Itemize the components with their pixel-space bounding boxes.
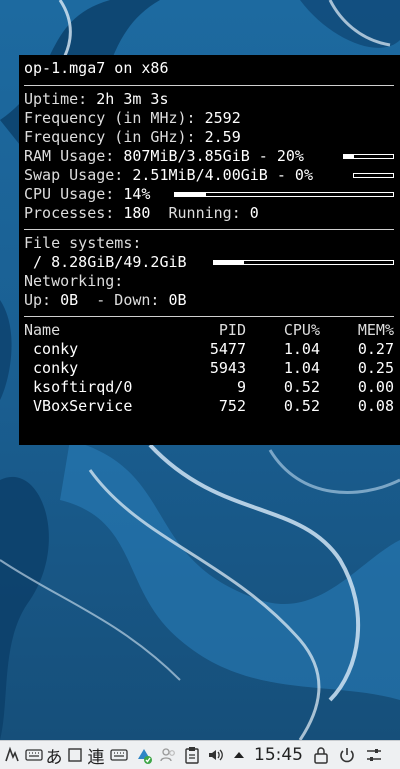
- fs-label: File systems:: [24, 234, 142, 252]
- fs-header-row: File systems:: [24, 234, 394, 253]
- table-header: Name PID CPU% MEM%: [24, 321, 394, 340]
- process-cpu: 1.04: [283, 359, 320, 377]
- ram-label: RAM Usage:: [24, 147, 115, 165]
- clipboard-icon[interactable]: [180, 741, 204, 769]
- conky-hostname: op-1.mga7 on x86: [24, 59, 169, 77]
- process-cpu: 0.52: [283, 378, 320, 396]
- lock-screen-icon[interactable]: [309, 741, 333, 769]
- process-mem: 0.00: [357, 378, 394, 396]
- process-name-text: conky: [33, 340, 79, 358]
- process-name: conky: [24, 340, 188, 359]
- cpu-row: CPU Usage: 14%: [24, 185, 394, 204]
- freq-mhz-value: 2592: [204, 109, 241, 127]
- down-value: 0B: [168, 291, 187, 309]
- process-table: Name PID CPU% MEM% conky 5477 1.04 0.27 …: [24, 321, 394, 416]
- col-mem-header: MEM%: [357, 321, 394, 339]
- freq-ghz-value: 2.59: [204, 128, 241, 146]
- cpu-usage-bar: [174, 192, 394, 197]
- process-pid: 9: [236, 378, 246, 396]
- process-pid: 5477: [209, 340, 246, 358]
- divider: [24, 229, 394, 230]
- ime-input-mode-icon[interactable]: [64, 741, 86, 769]
- process-name: ksoftirqd/0: [24, 378, 188, 397]
- fs-usage-fill: [214, 261, 245, 264]
- fs-usage-bar: [213, 260, 394, 265]
- process-name-text: ksoftirqd/0: [33, 378, 133, 396]
- table-row: conky 5943 1.04 0.25: [24, 359, 394, 378]
- power-icon[interactable]: [333, 741, 361, 769]
- network-manager-icon[interactable]: [132, 741, 156, 769]
- net-row: Up: 0B - Down: 0B: [24, 291, 394, 310]
- up-label: Up:: [24, 291, 52, 309]
- uptime-row: Uptime: 2h 3m 3s: [24, 90, 394, 109]
- freq-ghz-label: Frequency (in GHz):: [24, 128, 196, 146]
- process-cpu: 1.04: [283, 340, 320, 358]
- taskbar: あ 連 15:45: [0, 740, 400, 769]
- freq-ghz-row: Frequency (in GHz): 2.59: [24, 128, 394, 147]
- keyboard-icon[interactable]: [24, 741, 44, 769]
- users-icon[interactable]: [156, 741, 180, 769]
- process-mem: 0.27: [357, 340, 394, 358]
- ram-usage-bar: [343, 154, 394, 159]
- uptime-label: Uptime:: [24, 90, 88, 108]
- panel-settings-icon[interactable]: [361, 741, 387, 769]
- process-cpu: 0.52: [283, 397, 320, 415]
- cpu-usage-fill: [175, 193, 206, 196]
- processes-value: 180: [123, 204, 151, 222]
- cpu-label: CPU Usage:: [24, 185, 115, 203]
- table-row: VBoxService 752 0.52 0.08: [24, 397, 394, 416]
- freq-mhz-row: Frequency (in MHz): 2592: [24, 109, 394, 128]
- process-pid: 752: [218, 397, 246, 415]
- app-menu-icon[interactable]: [0, 741, 24, 769]
- ram-row: RAM Usage: 807MiB/3.85GiB - 20%: [24, 147, 394, 166]
- clock[interactable]: 15:45: [254, 741, 303, 769]
- net-label: Networking:: [24, 272, 124, 290]
- running-label: Running:: [168, 204, 241, 222]
- col-name-header: Name: [24, 321, 61, 339]
- process-name-text: conky: [33, 359, 79, 377]
- swap-label: Swap Usage:: [24, 166, 124, 184]
- divider: [24, 316, 394, 317]
- processes-row: Processes: 180 Running: 0: [24, 204, 394, 223]
- table-row: conky 5477 1.04 0.27: [24, 340, 394, 359]
- processes-label: Processes:: [24, 204, 115, 222]
- ime-kanji-button[interactable]: 連: [86, 741, 106, 769]
- swap-usage-bar: [353, 173, 394, 178]
- swap-row: Swap Usage: 2.51MiB/4.00GiB - 0%: [24, 166, 394, 185]
- ram-usage-fill: [344, 155, 354, 158]
- fs-root-value: / 8.28GiB/49.2GiB: [33, 253, 187, 271]
- table-row: ksoftirqd/0 9 0.52 0.00: [24, 378, 394, 397]
- conky-panel: op-1.mga7 on x86 Uptime: 2h 3m 3s Freque…: [19, 55, 400, 445]
- running-value: 0: [249, 204, 259, 222]
- process-name-text: VBoxService: [33, 397, 133, 415]
- cpu-value: 14%: [123, 185, 151, 203]
- fs-root-row: / 8.28GiB/49.2GiB: [24, 253, 394, 272]
- process-name: VBoxService: [24, 397, 188, 416]
- process-mem: 0.08: [357, 397, 394, 415]
- net-header-row: Networking:: [24, 272, 394, 291]
- freq-mhz-label: Frequency (in MHz):: [24, 109, 196, 127]
- process-name: conky: [24, 359, 188, 378]
- process-pid: 5943: [209, 359, 246, 377]
- divider: [24, 85, 394, 86]
- col-cpu-header: CPU%: [283, 321, 320, 339]
- uptime-value: 2h 3m 3s: [96, 90, 169, 108]
- swap-value: 2.51MiB/4.00GiB - 0%: [132, 166, 313, 184]
- ime-hiragana-button[interactable]: あ: [44, 741, 64, 769]
- up-value: 0B: [60, 291, 79, 309]
- down-label: - Down:: [96, 291, 160, 309]
- tray-expand-arrow-icon[interactable]: [228, 741, 250, 769]
- process-mem: 0.25: [357, 359, 394, 377]
- volume-icon[interactable]: [204, 741, 228, 769]
- ram-value: 807MiB/3.85GiB - 20%: [123, 147, 304, 165]
- virtual-keyboard-icon[interactable]: [106, 741, 132, 769]
- col-pid-header: PID: [218, 321, 246, 339]
